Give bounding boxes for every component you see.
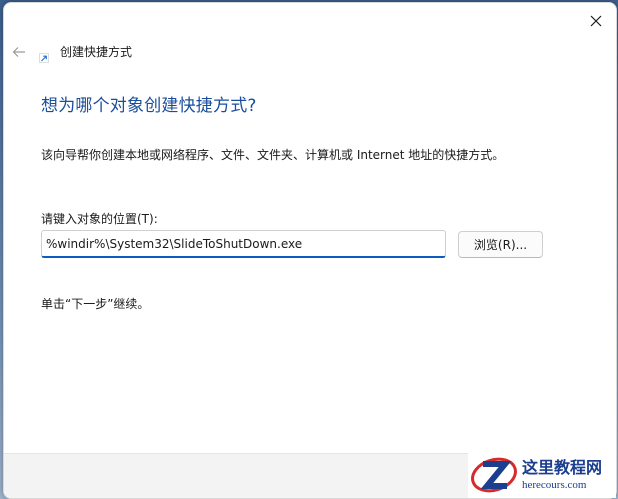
z-logo-icon	[471, 457, 517, 493]
window-title: 创建快捷方式	[60, 45, 133, 59]
close-icon	[590, 15, 602, 27]
continue-hint: 单击“下一步”继续。	[41, 297, 150, 311]
create-shortcut-dialog: 创建快捷方式 想为哪个对象创建快捷方式? 该向导帮你创建本地或网络程序、文件、文…	[3, 2, 617, 499]
page-heading: 想为哪个对象创建快捷方式?	[41, 96, 257, 116]
location-label: 请键入对象的位置(T):	[41, 212, 158, 226]
site-watermark: 这里教程网 herecours.com	[468, 452, 616, 498]
arrow-left-icon	[12, 47, 25, 57]
browse-button[interactable]: 浏览(R)...	[458, 231, 543, 258]
watermark-url: herecours.com	[522, 479, 587, 491]
shortcut-arrow-icon	[39, 48, 49, 63]
location-input[interactable]	[41, 230, 446, 258]
close-button[interactable]	[582, 9, 610, 33]
back-button[interactable]	[8, 41, 30, 63]
watermark-title: 这里教程网	[522, 458, 603, 477]
wizard-description: 该向导帮你创建本地或网络程序、文件、文件夹、计算机或 Internet 地址的快…	[41, 148, 505, 162]
